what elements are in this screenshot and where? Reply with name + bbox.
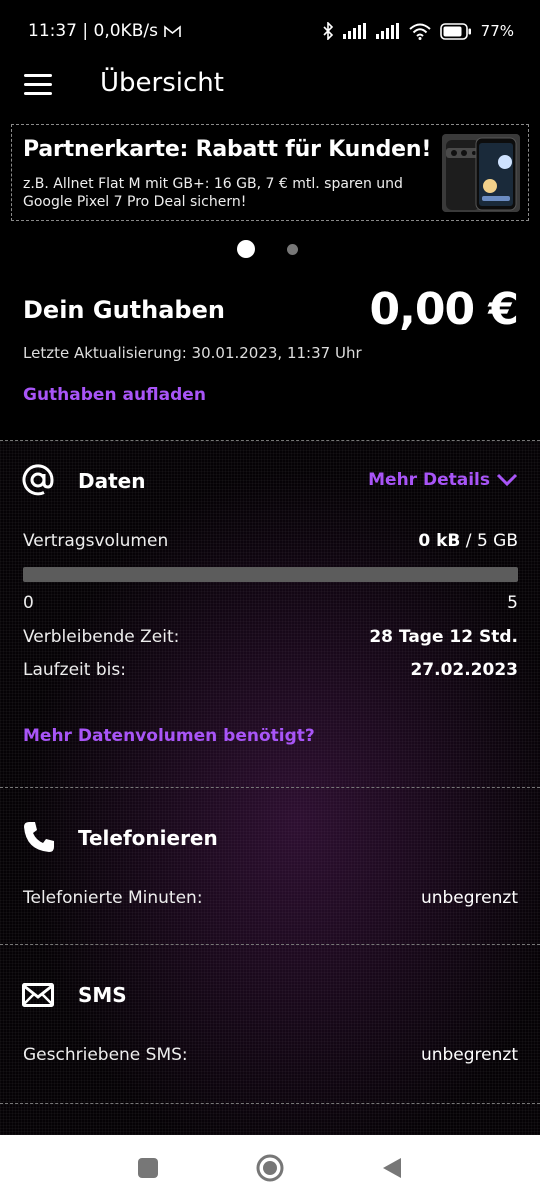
volume-separator: /	[465, 531, 472, 551]
runtime-label: Laufzeit bis:	[23, 660, 126, 680]
carousel-dot-active[interactable]	[237, 240, 255, 258]
topup-link[interactable]: Guthaben aufladen	[23, 385, 206, 405]
battery-icon	[439, 22, 471, 40]
calls-title: Telefonieren	[78, 826, 218, 850]
runtime-value: 27.02.2023	[410, 660, 518, 680]
volume-used: 0 kB	[418, 531, 461, 551]
volume-value: 0 kB / 5 GB	[418, 531, 518, 551]
scale-max: 5	[507, 593, 518, 613]
scale-min: 0	[23, 593, 34, 613]
sms-title: SMS	[78, 983, 127, 1007]
banner-text: z.B. Allnet Flat M mit GB+: 16 GB, 7 € m…	[23, 176, 403, 210]
data-progress-bar	[23, 567, 518, 582]
more-details-button[interactable]: Mehr Details	[368, 470, 518, 490]
volume-label: Vertragsvolumen	[23, 531, 169, 551]
promo-banner[interactable]: Partnerkarte: Rabatt für Kunden! z.B. Al…	[11, 124, 529, 221]
wifi-icon	[408, 23, 431, 40]
divider	[0, 787, 540, 788]
sms-label: Geschriebene SMS:	[23, 1045, 188, 1065]
calls-label: Telefonierte Minuten:	[23, 888, 203, 908]
more-details-label: Mehr Details	[368, 470, 490, 490]
home-icon[interactable]	[256, 1154, 284, 1182]
remaining-value: 28 Tage 12 Std.	[369, 627, 518, 647]
app-bar: Übersicht	[0, 62, 540, 108]
envelope-icon	[22, 983, 54, 1007]
divider	[0, 1103, 540, 1104]
divider	[0, 944, 540, 945]
carousel-indicator	[0, 240, 540, 258]
signal-icon	[342, 23, 366, 39]
page-title: Übersicht	[100, 68, 224, 98]
more-data-link[interactable]: Mehr Datenvolumen benötigt?	[23, 726, 315, 746]
back-icon[interactable]	[381, 1156, 403, 1180]
phone-icon	[24, 822, 54, 852]
volume-total: 5 GB	[476, 531, 518, 551]
balance-value: 0,00 €	[369, 284, 519, 335]
menu-icon[interactable]	[24, 74, 52, 96]
balance-label: Dein Guthaben	[23, 296, 225, 324]
phone-image	[442, 134, 520, 212]
data-title: Daten	[78, 469, 146, 493]
remaining-label: Verbleibende Zeit:	[23, 627, 180, 647]
balance-updated: Letzte Aktualisierung: 30.01.2023, 11:37…	[23, 344, 362, 362]
battery-percent: 77%	[480, 22, 514, 40]
bluetooth-icon	[323, 22, 333, 40]
recents-icon[interactable]	[137, 1157, 159, 1179]
signal-icon	[375, 23, 399, 39]
status-time: 11:37 | 0,0KB/s	[28, 21, 158, 41]
sms-value: unbegrenzt	[420, 1045, 518, 1065]
gmail-icon	[164, 24, 181, 37]
carousel-dot[interactable]	[287, 244, 298, 255]
calls-value: unbegrenzt	[420, 888, 518, 908]
chevron-down-icon	[496, 473, 518, 487]
system-navigation-bar	[0, 1135, 540, 1200]
at-icon	[22, 464, 54, 496]
banner-title: Partnerkarte: Rabatt für Kunden!	[23, 137, 432, 162]
status-bar: 11:37 | 0,0KB/s 77%	[0, 0, 540, 62]
